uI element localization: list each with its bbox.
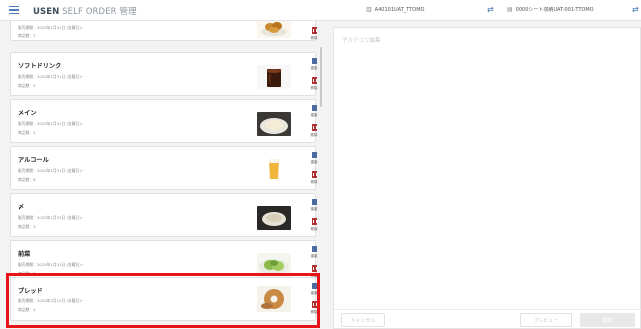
category-name: 〆 xyxy=(18,204,25,211)
copy-icon xyxy=(311,58,317,64)
copy-icon xyxy=(311,246,317,252)
copy-button[interactable]: 複製 xyxy=(307,152,321,164)
hamburger-menu-icon[interactable] xyxy=(9,6,19,15)
category-card[interactable]: アルコール 販売期間：2025年1月31日 (金曜日)~ 商品数：6 複製 削除 xyxy=(10,146,317,190)
copy-icon xyxy=(311,199,317,205)
trash-icon xyxy=(311,77,317,84)
sales-period: 販売期間：2025年2月12日 (水曜日)~ xyxy=(18,298,85,303)
trash-icon xyxy=(311,301,317,308)
store-icon: ▥ xyxy=(366,6,372,13)
category-card-selected[interactable]: ブレッド 販売期間：2025年2月12日 (水曜日)~ 商品数：4 複製 削除 xyxy=(10,277,317,321)
copy-icon xyxy=(311,105,317,111)
trash-icon xyxy=(311,218,317,225)
category-list[interactable]: 販売期間：2025年1月31日 (金曜日)~ 商品数：7 削除 ソフトドリンク … xyxy=(0,21,328,329)
copy-button[interactable]: 複製 xyxy=(307,105,321,117)
terminal-icon: ▤ xyxy=(507,6,513,13)
trash-icon xyxy=(311,265,317,272)
item-count: 商品数：5 xyxy=(18,83,36,88)
category-thumbnail xyxy=(257,65,291,89)
sales-period: 販売期間：2025年1月31日 (金曜日)~ xyxy=(18,168,85,173)
terminal-selector[interactable]: ▤ 0000シート収納UAT-001-TTOMO xyxy=(507,6,594,13)
item-count: 商品数：5 xyxy=(18,130,36,135)
category-card[interactable]: 〆 販売期間：2025年1月31日 (金曜日)~ 商品数：3 複製 削除 xyxy=(10,193,317,237)
delete-button[interactable]: 削除 xyxy=(307,218,321,231)
category-thumbnail xyxy=(257,112,291,136)
category-name: メイン xyxy=(18,110,37,117)
copy-button[interactable]: 複製 xyxy=(307,246,321,258)
trash-icon xyxy=(311,124,317,131)
category-name: ソフトドリンク xyxy=(18,63,62,70)
category-thumbnail xyxy=(257,155,291,183)
item-count: 商品数：6 xyxy=(18,177,36,182)
category-name: ブレッド xyxy=(18,288,43,295)
store-selector[interactable]: ▥ A40101UAT_TTOMO xyxy=(366,6,424,13)
copy-button[interactable]: 複製 xyxy=(307,58,321,70)
category-thumbnail xyxy=(257,286,291,312)
sales-period: 販売期間：2025年1月31日 (金曜日)~ xyxy=(18,262,85,267)
delete-button[interactable]: 削除 xyxy=(307,171,321,184)
category-name: 前菜 xyxy=(18,251,31,258)
category-thumbnail xyxy=(257,21,291,38)
category-thumbnail xyxy=(257,206,291,230)
delete-button[interactable]: 削除 xyxy=(307,27,321,40)
swap-icon[interactable]: ⇄ xyxy=(487,5,494,14)
item-count: 商品数：4 xyxy=(18,307,36,312)
panel-placeholder: 子カテゴリ編集 xyxy=(342,38,381,44)
item-count: 商品数：3 xyxy=(18,224,36,229)
store-code: A40101UAT_TTOMO xyxy=(374,6,425,13)
trash-icon xyxy=(311,171,317,178)
update-button[interactable]: 更新 xyxy=(580,313,635,327)
top-bar: USEN SELF ORDER 管理 ▥ A40101UAT_TTOMO ⇄ ▤… xyxy=(0,0,641,21)
app-title: USEN SELF ORDER 管理 xyxy=(33,7,137,17)
sales-period: 販売期間：2025年1月31日 (金曜日)~ xyxy=(18,25,85,30)
delete-button[interactable]: 削除 xyxy=(307,301,321,314)
subcategory-edit-panel: 子カテゴリ編集 キャンセル プレビュー 更新 xyxy=(333,27,641,329)
preview-button[interactable]: プレビュー xyxy=(520,313,572,327)
item-count: 商品数：7 xyxy=(18,33,36,38)
copy-icon xyxy=(311,152,317,158)
category-name: アルコール xyxy=(18,157,49,164)
category-card[interactable]: メイン 販売期間：2025年1月31日 (金曜日)~ 商品数：5 複製 削除 xyxy=(10,99,317,143)
footer-divider xyxy=(334,309,641,310)
list-scrollbar[interactable] xyxy=(320,47,322,107)
copy-button[interactable]: 複製 xyxy=(307,199,321,211)
swap-icon-2[interactable]: ⇄ xyxy=(632,5,639,14)
delete-button[interactable]: 削除 xyxy=(307,77,321,90)
category-thumbnail xyxy=(257,253,291,277)
sales-period: 販売期間：2025年1月31日 (金曜日)~ xyxy=(18,215,85,220)
copy-button[interactable]: 複製 xyxy=(307,283,321,295)
category-card[interactable]: 販売期間：2025年1月31日 (金曜日)~ 商品数：7 削除 xyxy=(10,21,317,41)
terminal-name: 0000シート収納UAT-001-TTOMO xyxy=(515,7,594,13)
cancel-button[interactable]: キャンセル xyxy=(341,313,385,327)
delete-button[interactable]: 削除 xyxy=(307,124,321,137)
trash-icon xyxy=(311,27,317,34)
sales-period: 販売期間：2025年1月31日 (金曜日)~ xyxy=(18,121,85,126)
category-card[interactable]: ソフトドリンク 販売期間：2025年1月31日 (金曜日)~ 商品数：5 複製 … xyxy=(10,52,317,96)
copy-icon xyxy=(311,283,317,289)
sales-period: 販売期間：2025年1月31日 (金曜日)~ xyxy=(18,74,85,79)
